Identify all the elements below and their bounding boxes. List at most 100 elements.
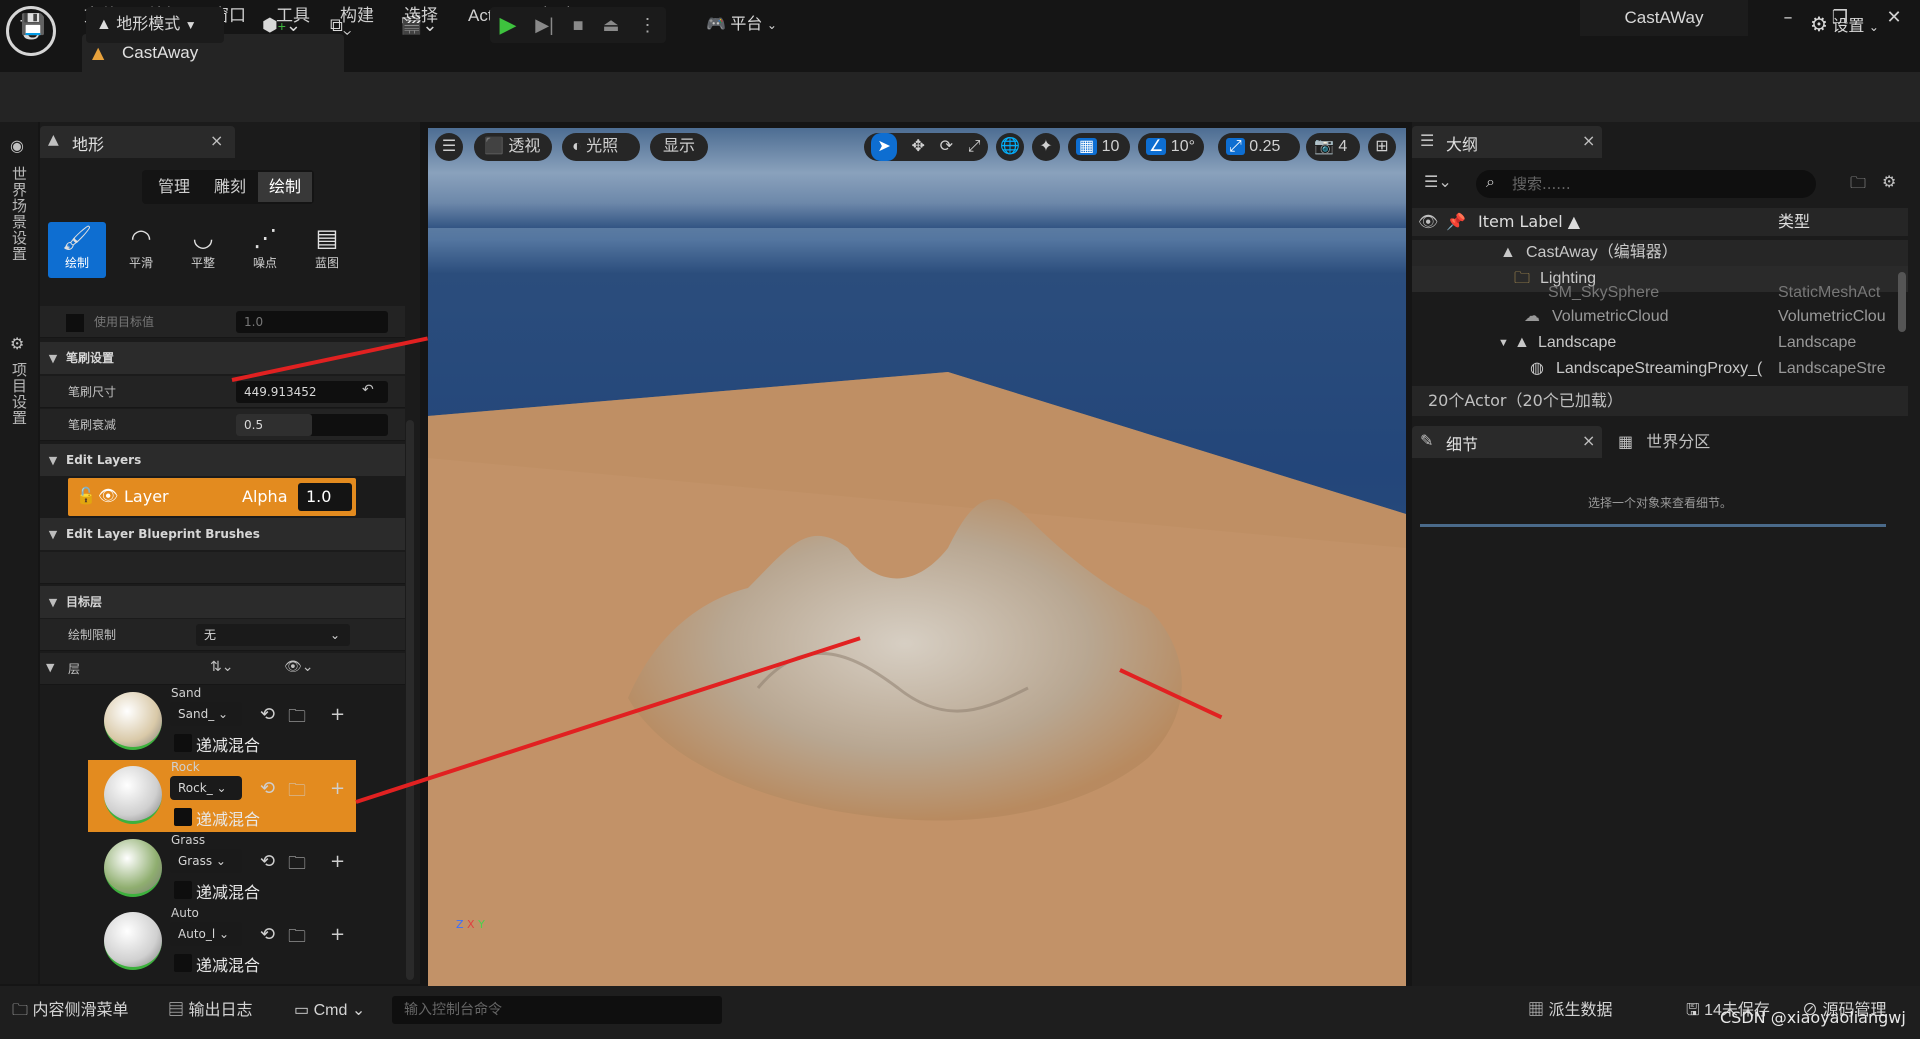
layer-info-dropdown[interactable]: Grass ⌄	[170, 849, 242, 873]
edit-layer-row[interactable]: 🔓 👁 Layer Alpha 1.0	[68, 478, 356, 516]
world-settings-tab[interactable]: 世界场景设置	[9, 166, 30, 262]
visibility-icon[interactable]: 👁⌄	[284, 659, 314, 675]
item-label-column[interactable]: Item Label ▲	[1478, 208, 1580, 236]
tool-noise[interactable]: ⋰ 噪点	[236, 222, 294, 278]
blueprint-brushes-section[interactable]: ▼ Edit Layer Blueprint Brushes	[40, 518, 405, 550]
reimport-icon[interactable]: ⟲	[260, 704, 275, 725]
terrain-tab[interactable]: ▲ 地形 ×	[40, 126, 235, 158]
eye-icon[interactable]: 👁	[98, 486, 118, 505]
outliner-row[interactable]: ◍ LandscapeStreamingProxy_( LandscapeStr…	[1412, 356, 1908, 382]
select-icon[interactable]: ➤	[871, 133, 897, 161]
blend-checkbox[interactable]	[174, 954, 192, 972]
target-layers-section[interactable]: ▼ 目标层	[40, 586, 405, 618]
show-button[interactable]: 显示	[650, 133, 708, 161]
stop-icon[interactable]: ■	[573, 7, 584, 43]
browse-icon[interactable]: 🗀	[288, 704, 306, 734]
platform-dropdown[interactable]: 🎮 平台 ⌄	[706, 7, 796, 43]
move-icon[interactable]: ✥	[912, 133, 925, 161]
reimport-icon[interactable]: ⟲	[260, 851, 275, 872]
cinematics-icon[interactable]: 🎬⌄	[400, 7, 450, 43]
lighting-button[interactable]: ◐ 光照	[562, 133, 640, 161]
segment-sculpt[interactable]: 雕刻	[204, 172, 256, 202]
outliner-row[interactable]: SM_SkySphere StaticMeshAct	[1412, 284, 1908, 302]
world-local-icon[interactable]: 🌐	[996, 133, 1024, 161]
camera-speed-button[interactable]: 📷 4	[1306, 133, 1360, 161]
project-settings-tab[interactable]: 项目设置	[9, 362, 30, 426]
layer-info-dropdown[interactable]: Rock_ ⌄	[170, 776, 242, 800]
outliner-row[interactable]: ☁ VolumetricCloud VolumetricClou	[1412, 304, 1908, 330]
blend-checkbox[interactable]	[174, 881, 192, 899]
brush-settings-section[interactable]: ▼ 笔刷设置	[40, 342, 405, 374]
segment-manage[interactable]: 管理	[146, 172, 202, 202]
close-icon[interactable]: ×	[1582, 431, 1595, 450]
use-target-checkbox[interactable]	[66, 314, 84, 332]
console-input[interactable]: 输入控制台命令	[392, 996, 722, 1024]
add-actor-icon[interactable]: ⬢+⌄	[262, 7, 312, 43]
perspective-button[interactable]: ⬛ 透视	[474, 133, 552, 161]
content-drawer-button[interactable]: 🗀 内容侧滑菜单	[12, 998, 128, 1024]
rotation-snap-button[interactable]: ∠ 10°	[1138, 133, 1204, 161]
grid-snap-button[interactable]: ▦ 10	[1068, 133, 1130, 161]
layout-icon[interactable]: ⊞	[1368, 133, 1396, 161]
more-options-icon[interactable]: ⋮	[638, 7, 656, 43]
scale-icon[interactable]: ⤢	[968, 133, 981, 161]
cmd-dropdown[interactable]: ▭ Cmd ⌄	[294, 998, 365, 1024]
save-icon[interactable]: 💾	[18, 7, 48, 43]
tool-flatten[interactable]: ◡ 平整	[174, 222, 232, 278]
layer-info-dropdown[interactable]: Auto_l ⌄	[170, 922, 242, 946]
brush-falloff-slider[interactable]: 0.5	[236, 414, 388, 436]
outliner-row[interactable]: ▲ CastAway（编辑器）	[1412, 240, 1908, 266]
browse-icon[interactable]: 🗀	[288, 778, 306, 808]
paint-restriction-dropdown[interactable]: 无 ⌄	[196, 624, 350, 646]
close-icon[interactable]: ×	[1582, 131, 1595, 150]
segment-paint[interactable]: 绘制	[258, 172, 312, 202]
add-icon[interactable]: +	[330, 704, 345, 725]
world-partition-tab[interactable]: ▦ 世界分区	[1618, 426, 1778, 458]
rotate-icon[interactable]: ⟳	[940, 133, 953, 161]
tool-smooth[interactable]: ◠ 平滑	[112, 222, 170, 278]
layer-card-sand[interactable]: Sand Sand_ ⌄ ⟲ 🗀 + 递减混合	[88, 686, 356, 758]
terrain-scrollbar[interactable]	[406, 420, 414, 980]
reset-icon[interactable]: ↶	[362, 382, 374, 398]
add-icon[interactable]: +	[330, 778, 345, 799]
blueprint-menu-icon[interactable]: ⧉⌄	[330, 7, 380, 43]
minimize-button[interactable]: –	[1770, 6, 1806, 30]
close-icon[interactable]: ×	[210, 131, 223, 150]
level-viewport[interactable]: Z X Y	[428, 128, 1406, 986]
scale-snap-button[interactable]: ⤢ 0.25	[1218, 133, 1300, 161]
browse-icon[interactable]: 🗀	[288, 851, 306, 881]
details-tab[interactable]: ✎ 细节 ×	[1412, 426, 1602, 458]
mode-dropdown[interactable]: ▲ 地形模式 ▼	[86, 7, 224, 43]
browse-icon[interactable]: 🗀	[288, 924, 306, 954]
reimport-icon[interactable]: ⟲	[260, 778, 275, 799]
visibility-column-icon[interactable]: 👁	[1418, 208, 1438, 236]
add-folder-icon[interactable]: 🗀	[1850, 172, 1866, 199]
outliner-search-input[interactable]: 搜索......	[1476, 170, 1816, 198]
derived-data-button[interactable]: ▦ 派生数据	[1528, 998, 1612, 1024]
step-icon[interactable]: ▶|	[535, 7, 554, 43]
layer-card-auto[interactable]: Auto Auto_l ⌄ ⟲ 🗀 + 递减混合	[88, 906, 356, 978]
use-target-field[interactable]: 1.0	[236, 311, 388, 333]
outliner-tab[interactable]: ☰ 大纲 ×	[1412, 126, 1602, 158]
viewport-menu-icon[interactable]: ☰	[435, 133, 463, 161]
sort-icon[interactable]: ⇅⌄	[210, 659, 233, 675]
reimport-icon[interactable]: ⟲	[260, 924, 275, 945]
play-icon[interactable]: ▶	[499, 7, 516, 43]
settings-dropdown[interactable]: ⚙ 设置 ⌄	[1810, 7, 1900, 43]
outliner-row[interactable]: ▼ ▲ Landscape Landscape	[1412, 330, 1908, 356]
edit-layers-section[interactable]: ▼ Edit Layers	[40, 444, 405, 476]
add-icon[interactable]: +	[330, 924, 345, 945]
type-column[interactable]: 类型	[1778, 208, 1810, 236]
layer-card-rock[interactable]: Rock Rock_ ⌄ ⟲ 🗀 + 递减混合	[88, 760, 356, 832]
pin-column-icon[interactable]: 📌	[1446, 208, 1466, 236]
layer-info-dropdown[interactable]: Sand_ ⌄	[170, 702, 242, 726]
filter-icon[interactable]: ☰⌄	[1424, 172, 1452, 191]
surface-snap-icon[interactable]: ✦	[1032, 133, 1060, 161]
tool-paint[interactable]: 🖌 绘制	[48, 222, 106, 278]
outliner-scrollbar[interactable]	[1898, 272, 1906, 332]
blend-checkbox[interactable]	[174, 734, 192, 752]
eject-icon[interactable]: ⏏	[603, 7, 620, 43]
unlock-icon[interactable]: 🔓	[76, 486, 96, 505]
alpha-field[interactable]: 1.0	[298, 483, 352, 511]
layer-card-grass[interactable]: Grass Grass ⌄ ⟲ 🗀 + 递减混合	[88, 833, 356, 905]
